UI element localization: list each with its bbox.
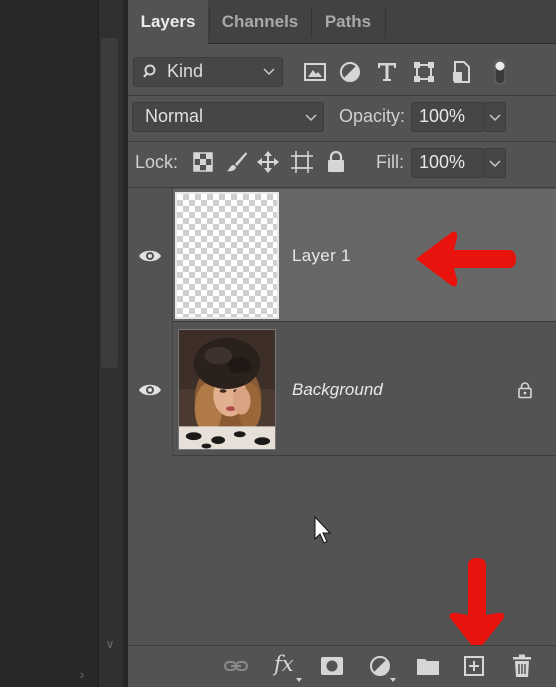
lock-image-pixels-icon[interactable] bbox=[225, 150, 249, 174]
tab-paths[interactable]: Paths bbox=[311, 0, 385, 44]
chevron-down-icon bbox=[489, 114, 501, 122]
fx-icon[interactable]: fx bbox=[274, 652, 298, 678]
separator bbox=[128, 95, 556, 96]
pixel-filter-icon[interactable] bbox=[303, 60, 327, 84]
layer-thumbnail-transparent[interactable] bbox=[175, 192, 279, 319]
lock-label: Lock: bbox=[135, 152, 179, 172]
filter-kind-label: Kind bbox=[167, 61, 204, 81]
dropdown-arrow-icon bbox=[390, 678, 396, 682]
chevron-down-icon bbox=[263, 68, 275, 76]
new-group-icon[interactable] bbox=[415, 653, 441, 679]
scroll-down-arrow-icon[interactable]: ∨ bbox=[100, 634, 120, 654]
layer-thumbnail-photo[interactable] bbox=[178, 329, 276, 450]
fill-label: Fill: bbox=[376, 152, 404, 172]
chevron-down-icon bbox=[305, 114, 317, 122]
smart-object-filter-icon[interactable] bbox=[449, 60, 473, 84]
lock-all-icon[interactable] bbox=[324, 150, 348, 174]
tab-separator bbox=[385, 8, 386, 38]
separator bbox=[128, 187, 556, 188]
annotation-arrow-down bbox=[449, 558, 505, 652]
mouse-cursor-icon bbox=[314, 516, 332, 544]
search-icon bbox=[143, 64, 156, 78]
opacity-dropdown-button[interactable] bbox=[484, 102, 506, 132]
tab-channels[interactable]: Channels bbox=[210, 0, 310, 44]
layer-name[interactable]: Background bbox=[292, 380, 383, 400]
delete-layer-icon[interactable] bbox=[509, 653, 535, 679]
add-mask-icon[interactable] bbox=[319, 653, 345, 679]
eye-icon[interactable] bbox=[138, 248, 162, 264]
chevron-down-icon bbox=[489, 160, 501, 168]
link-layers-icon[interactable] bbox=[223, 653, 249, 679]
eye-icon[interactable] bbox=[138, 382, 162, 398]
fill-dropdown-button[interactable] bbox=[484, 148, 506, 178]
canvas-area bbox=[0, 0, 98, 687]
new-layer-icon[interactable] bbox=[461, 653, 487, 679]
type-filter-icon[interactable] bbox=[375, 60, 399, 84]
separator bbox=[128, 141, 556, 142]
opacity-label: Opacity: bbox=[339, 106, 406, 126]
lock-icon[interactable] bbox=[516, 381, 534, 399]
scrollbar-thumb[interactable] bbox=[101, 38, 118, 368]
shape-filter-icon[interactable] bbox=[412, 60, 436, 84]
fill-value: 100% bbox=[419, 152, 466, 172]
chevron-right-icon[interactable]: › bbox=[74, 666, 90, 684]
opacity-value: 100% bbox=[419, 106, 466, 126]
lock-artboard-icon[interactable] bbox=[290, 150, 314, 174]
lock-position-icon[interactable] bbox=[256, 150, 280, 174]
layer-name[interactable]: Layer 1 bbox=[292, 246, 351, 266]
dropdown-arrow-icon bbox=[296, 678, 302, 682]
blend-mode-value: Normal bbox=[145, 106, 204, 126]
lock-transparent-pixels-icon[interactable] bbox=[191, 150, 215, 174]
adjustment-filter-icon[interactable] bbox=[338, 60, 362, 84]
adjustment-layer-icon[interactable] bbox=[367, 653, 393, 679]
tab-layers[interactable]: Layers bbox=[128, 0, 208, 45]
annotation-arrow-left bbox=[416, 231, 516, 287]
filter-toggle-icon[interactable] bbox=[493, 58, 507, 86]
